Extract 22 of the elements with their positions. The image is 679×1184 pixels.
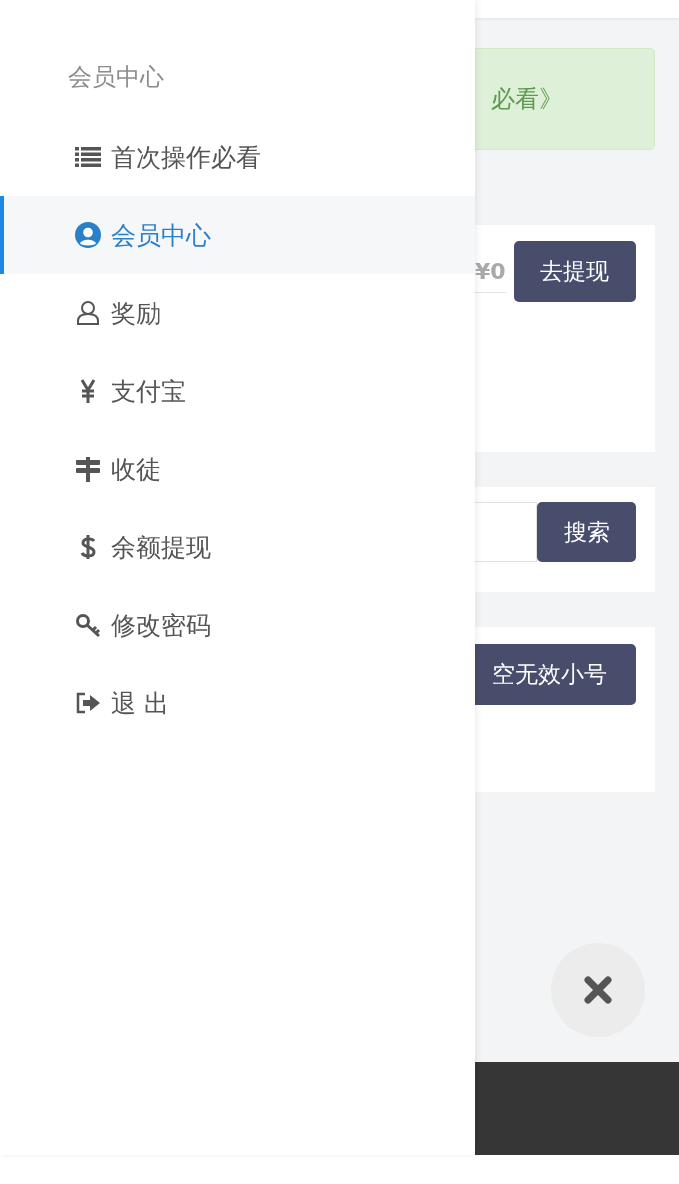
exit-icon [75, 690, 101, 716]
close-icon [584, 976, 612, 1004]
menu-item[interactable]: 收徒 [0, 430, 475, 508]
user-icon [75, 300, 101, 326]
menu-item[interactable]: 首次操作必看 [0, 118, 475, 196]
menu-item[interactable]: 退 出 [0, 664, 475, 742]
menu-item[interactable]: 支付宝 [0, 352, 475, 430]
user-circle-icon [75, 222, 101, 248]
menu-item[interactable]: 修改密码 [0, 586, 475, 664]
balance-field: ¥0 [475, 241, 506, 293]
menu-item[interactable]: 余额提现 [0, 508, 475, 586]
notice-banner: 必看》 [475, 48, 655, 150]
search-field[interactable] [475, 502, 537, 562]
menu-item[interactable]: 会员中心 [0, 196, 475, 274]
withdraw-button[interactable]: 去提现 [513, 241, 636, 302]
list-icon [75, 144, 101, 170]
search-button[interactable]: 搜索 [537, 502, 636, 562]
cleanup-button[interactable]: 空无效小号 [475, 644, 636, 705]
menu-item[interactable]: 奖励 [0, 274, 475, 352]
drawer-title: 会员中心 [68, 62, 164, 92]
signpost-icon [75, 456, 101, 482]
key-icon [75, 612, 101, 638]
